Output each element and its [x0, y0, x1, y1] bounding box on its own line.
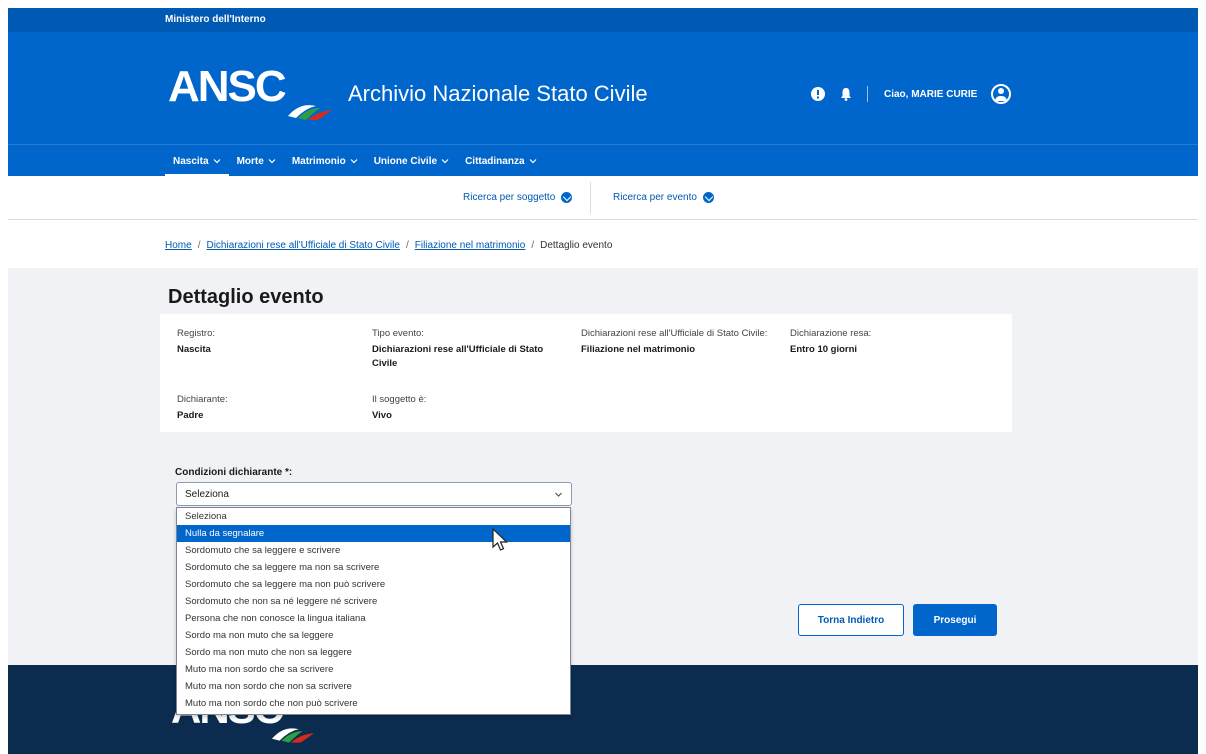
- condizioni-dichiarante-select[interactable]: Seleziona: [176, 482, 572, 506]
- bell-icon[interactable]: [839, 87, 853, 101]
- back-button[interactable]: Torna Indietro: [798, 604, 904, 636]
- field-registro: Registro: Nascita: [177, 328, 215, 357]
- field-value: Dichiarazioni rese all'Ufficiale di Stat…: [372, 344, 544, 369]
- chevron-down-icon: [213, 159, 221, 164]
- breadcrumb-separator: /: [197, 240, 201, 251]
- field-value: Filiazione nel matrimonio: [581, 344, 696, 355]
- nav-label: Unione Civile: [373, 155, 438, 167]
- breadcrumb: Home / Dichiarazioni rese all'Ufficiale …: [165, 240, 612, 251]
- header: ANSC Archivio Nazionale Stato Civile Cia…: [8, 32, 1198, 144]
- field-value: Vivo: [372, 410, 392, 421]
- condizioni-dropdown-list: Seleziona Nulla da segnalare Sordomuto c…: [176, 507, 571, 715]
- nav-label: Cittadinanza: [465, 155, 525, 167]
- breadcrumb-home[interactable]: Home: [165, 240, 192, 251]
- condizioni-dichiarante-label: Condizioni dichiarante *:: [175, 467, 293, 478]
- field-dichiarazioni: Dichiarazioni rese all'Ufficiale di Stat…: [581, 328, 791, 357]
- search-by-subject-link[interactable]: Ricerca per soggetto: [463, 192, 573, 203]
- dropdown-option-highlighted[interactable]: Nulla da segnalare: [177, 525, 570, 542]
- page-title: Dettaglio evento: [168, 286, 324, 308]
- breadcrumb-separator: /: [531, 240, 535, 251]
- chevron-down-icon: [350, 159, 358, 164]
- field-label: Dichiarante:: [177, 394, 228, 405]
- dropdown-option[interactable]: Muto ma non sordo che non sa scrivere: [177, 678, 570, 695]
- mouse-pointer-icon: [492, 528, 508, 551]
- breadcrumb-separator: /: [405, 240, 409, 251]
- search-by-event-link[interactable]: Ricerca per evento: [613, 192, 714, 203]
- nav-item-morte[interactable]: Morte: [229, 145, 284, 177]
- dropdown-option[interactable]: Sordo ma non muto che non sa leggere: [177, 644, 570, 661]
- field-label: Il soggetto è:: [372, 394, 427, 405]
- nav-item-matrimonio[interactable]: Matrimonio: [284, 145, 366, 177]
- chevron-down-icon: [529, 159, 536, 164]
- field-value: Padre: [177, 410, 204, 421]
- user-greeting[interactable]: Ciao, MARIE CURIE: [884, 89, 977, 100]
- nav-item-nascita[interactable]: Nascita: [165, 145, 229, 177]
- search-by-event-label: Ricerca per evento: [613, 192, 697, 203]
- subnav-divider: [590, 182, 591, 214]
- breadcrumb-dichiarazioni[interactable]: Dichiarazioni rese all'Ufficiale di Stat…: [206, 240, 399, 251]
- dropdown-option[interactable]: Sordomuto che sa leggere e scrivere: [177, 542, 570, 559]
- chevron-down-icon: [555, 492, 562, 497]
- top-bar: Ministero dell'Interno: [8, 8, 1198, 32]
- header-divider: [867, 86, 868, 102]
- search-by-subject-label: Ricerca per soggetto: [463, 192, 556, 203]
- italian-flag-logo-icon: [271, 728, 315, 743]
- info-icon[interactable]: [811, 87, 825, 101]
- header-tools: Ciao, MARIE CURIE: [811, 84, 1012, 104]
- dropdown-option[interactable]: Muto ma non sordo che non può scrivere: [177, 695, 570, 712]
- select-value: Seleziona: [185, 489, 229, 500]
- field-label: Dichiarazione resa:: [790, 328, 872, 339]
- breadcrumb-current: Dettaglio evento: [540, 240, 613, 251]
- field-label: Tipo evento:: [372, 328, 424, 339]
- page: Ministero dell'Interno ANSC Archivio Naz…: [8, 8, 1198, 754]
- dropdown-option[interactable]: Sordo ma non muto che sa leggere: [177, 627, 570, 644]
- dropdown-option[interactable]: Sordomuto che sa leggere ma non può scri…: [177, 576, 570, 593]
- field-soggetto: Il soggetto è: Vivo: [372, 394, 426, 423]
- nav-label: Matrimonio: [291, 155, 346, 167]
- ministry-label: Ministero dell'Interno: [165, 14, 266, 25]
- ansc-logo[interactable]: ANSC: [168, 62, 287, 112]
- event-details-card: Registro: Nascita Tipo evento: Dichiaraz…: [160, 314, 1012, 432]
- chevron-down-icon: [268, 159, 276, 164]
- dropdown-option[interactable]: Persona che non conosce la lingua italia…: [177, 610, 570, 627]
- field-dichiarazione-resa: Dichiarazione resa: Entro 10 giorni: [790, 328, 871, 357]
- field-value: Nascita: [177, 344, 211, 355]
- field-label: Dichiarazioni rese all'Ufficiale di Stat…: [581, 328, 768, 339]
- chevron-down-icon: [441, 159, 449, 164]
- arrow-down-circle-icon: [702, 192, 714, 203]
- continue-button[interactable]: Prosegui: [913, 604, 997, 636]
- nav-label: Nascita: [173, 155, 209, 167]
- arrow-down-circle-icon: [561, 192, 573, 203]
- nav-item-cittadinanza[interactable]: Cittadinanza: [457, 145, 544, 177]
- nav-item-unione-civile[interactable]: Unione Civile: [366, 145, 457, 177]
- field-value: Entro 10 giorni: [790, 344, 858, 355]
- app-title: Archivio Nazionale Stato Civile: [348, 81, 648, 106]
- sub-nav: Ricerca per soggetto Ricerca per evento: [8, 176, 1198, 220]
- italian-flag-logo-icon: [288, 105, 332, 120]
- nav-label: Morte: [236, 155, 264, 167]
- field-dichiarante: Dichiarante: Padre: [177, 394, 228, 423]
- dropdown-option[interactable]: Muto ma non sordo che sa scrivere: [177, 661, 570, 678]
- field-tipo-evento: Tipo evento: Dichiarazioni rese all'Uffi…: [372, 328, 562, 371]
- field-label: Registro:: [177, 328, 216, 339]
- user-avatar-icon[interactable]: [991, 84, 1012, 104]
- main-nav: Nascita Morte Matrimonio Unione Civile C…: [8, 144, 1198, 177]
- dropdown-option[interactable]: Sordomuto che non sa né leggere né scriv…: [177, 593, 570, 610]
- dropdown-option[interactable]: Sordomuto che sa leggere ma non sa scriv…: [177, 559, 570, 576]
- dropdown-option[interactable]: Seleziona: [177, 508, 570, 525]
- breadcrumb-filiazione[interactable]: Filiazione nel matrimonio: [415, 240, 526, 251]
